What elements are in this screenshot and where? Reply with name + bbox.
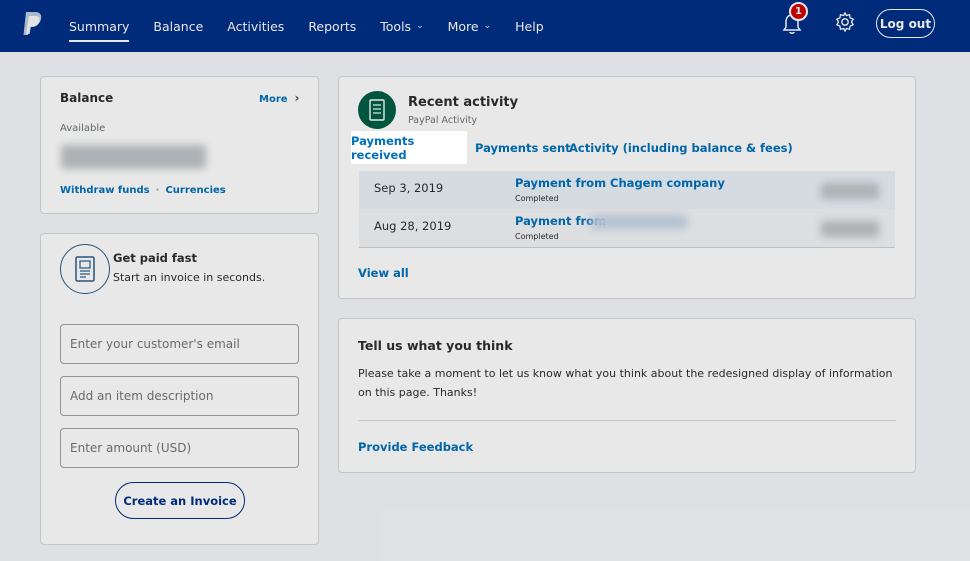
chevron-right-icon: › — [294, 91, 300, 105]
top-navigation-bar: Summary Balance Activities Reports Tools… — [0, 0, 970, 52]
amount-field[interactable] — [60, 428, 299, 468]
create-invoice-button[interactable]: Create an Invoice — [115, 482, 245, 519]
feedback-text: Please take a moment to let us know what… — [358, 367, 893, 399]
nav-reports-label: Reports — [308, 18, 357, 34]
paypal-logo-icon[interactable] — [22, 11, 44, 37]
feedback-card: Tell us what you think Please take a mom… — [338, 318, 916, 473]
invoice-subtitle: Start an invoice in seconds. — [113, 271, 266, 284]
balance-links: Withdraw funds · Currencies — [60, 185, 226, 196]
tab-activity-all[interactable]: Activity (including balance & fees) — [569, 141, 793, 155]
row-date: Sep 3, 2019 — [374, 181, 444, 195]
main-nav: Summary Balance Activities Reports Tools… — [69, 0, 568, 52]
activity-document-icon — [358, 91, 396, 129]
row-status: Completed — [515, 194, 559, 203]
tab-payments-sent[interactable]: Payments sent — [475, 141, 571, 155]
nav-summary[interactable]: Summary — [69, 0, 130, 52]
notification-badge: 1 — [789, 2, 808, 21]
balance-title: Balance — [60, 91, 114, 105]
chevron-down-icon: ⌄ — [416, 21, 424, 31]
redacted-balance-amount — [61, 145, 206, 169]
divider — [358, 420, 896, 421]
tab-payments-received[interactable]: Payments received — [351, 131, 467, 164]
logout-button[interactable]: Log out — [876, 9, 935, 38]
nav-more-label: More — [447, 18, 479, 34]
invoice-card: Get paid fast Start an invoice in second… — [40, 233, 319, 545]
nav-more[interactable]: More ⌄ — [448, 0, 492, 52]
balance-more-label: More — [259, 94, 288, 105]
currencies-link[interactable]: Currencies — [165, 185, 225, 196]
nav-balance[interactable]: Balance — [153, 0, 203, 52]
available-label: Available — [60, 123, 106, 134]
recent-activity-title: Recent activity — [408, 95, 519, 110]
view-all-link[interactable]: View all — [358, 266, 409, 280]
redacted-amount — [821, 221, 879, 237]
row-status: Completed — [515, 232, 559, 241]
nav-activities-label: Activities — [227, 18, 285, 34]
redacted-amount — [821, 183, 879, 199]
gear-icon[interactable] — [834, 11, 856, 33]
nav-summary-label: Summary — [69, 18, 130, 34]
nav-help[interactable]: Help — [515, 0, 544, 52]
item-description-field[interactable] — [60, 376, 299, 416]
withdraw-funds-link[interactable]: Withdraw funds — [60, 185, 150, 196]
nav-balance-label: Balance — [153, 18, 204, 34]
nav-activities[interactable]: Activities — [227, 0, 284, 52]
row-description[interactable]: Payment from Chagem company — [515, 176, 725, 190]
divider — [359, 247, 895, 248]
nav-tools[interactable]: Tools ⌄ — [380, 0, 423, 52]
recent-activity-card: Recent activity PayPal Activity Payments… — [338, 76, 916, 299]
separator-dot: · — [155, 185, 160, 196]
nav-tools-label: Tools — [380, 18, 412, 34]
chevron-down-icon: ⌄ — [483, 21, 492, 31]
balance-more-link[interactable]: More › — [259, 91, 300, 105]
nav-help-label: Help — [515, 18, 544, 34]
table-row[interactable]: Aug 28, 2019 Payment from Completed — [359, 209, 895, 248]
invoice-title: Get paid fast — [113, 251, 198, 265]
invoice-icon — [60, 244, 110, 294]
feedback-title: Tell us what you think — [358, 338, 513, 353]
balance-card: Balance More › Available Withdraw funds · C… — [40, 76, 319, 214]
customer-email-field[interactable] — [60, 324, 299, 364]
recent-activity-subtitle: PayPal Activity — [408, 115, 478, 126]
redacted-payer-name — [591, 215, 687, 229]
nav-reports[interactable]: Reports — [308, 0, 356, 52]
row-date: Aug 28, 2019 — [374, 219, 452, 233]
table-row[interactable]: Sep 3, 2019 Payment from Chagem company … — [359, 171, 895, 210]
provide-feedback-link[interactable]: Provide Feedback — [358, 440, 473, 454]
